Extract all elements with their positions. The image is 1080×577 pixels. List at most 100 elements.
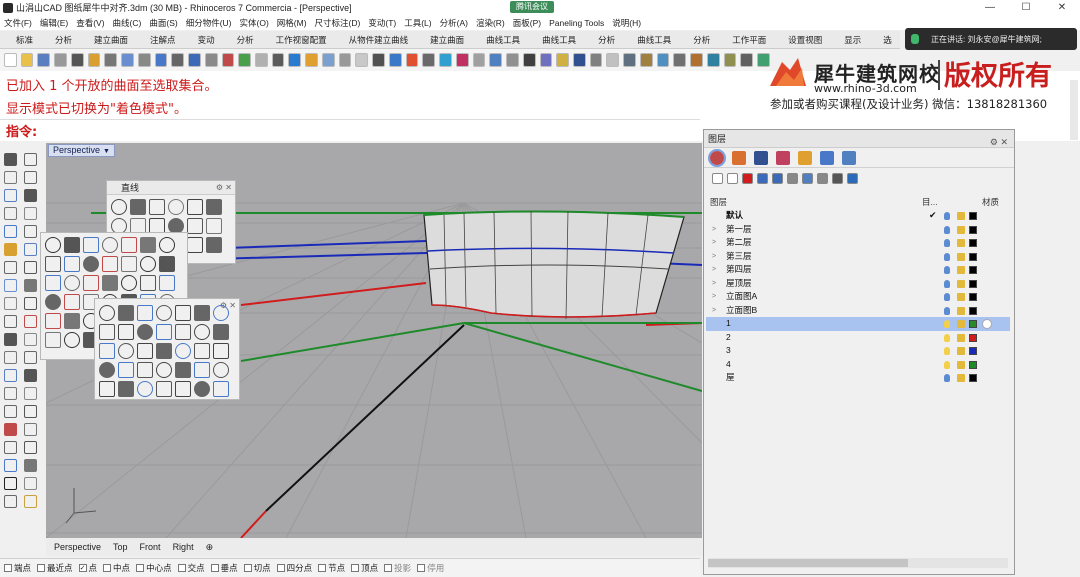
command-scrollbar[interactable] xyxy=(1070,80,1078,140)
visibility-bulb-icon[interactable] xyxy=(944,293,950,301)
layers-tool-7-icon[interactable] xyxy=(817,172,828,184)
panel-curve-tool-36-icon[interactable] xyxy=(64,332,80,348)
layers-tool-3-icon[interactable] xyxy=(757,172,768,184)
toolbar-tab-5[interactable]: 分析 xyxy=(237,34,254,46)
layer-color-swatch[interactable] xyxy=(969,320,977,328)
left-tool-17-icon[interactable] xyxy=(24,297,37,310)
column-name[interactable]: 图层 xyxy=(710,196,727,208)
lock-icon[interactable] xyxy=(957,333,965,342)
left-tool-38-icon[interactable] xyxy=(4,495,17,508)
panel-curve2-tool-30-icon[interactable] xyxy=(137,381,153,397)
panel-curve-tool-6-icon[interactable] xyxy=(159,237,175,253)
layer-row[interactable]: 3 xyxy=(706,344,1010,358)
visibility-bulb-icon[interactable] xyxy=(944,239,950,247)
toolbar-button-34-icon[interactable] xyxy=(572,53,586,67)
toolbar-button-16-icon[interactable] xyxy=(271,53,285,67)
panel-curve2-tool-1-icon[interactable] xyxy=(118,305,134,321)
layers-tool-8-icon[interactable] xyxy=(832,172,843,184)
panel-line-tool-17-icon[interactable] xyxy=(206,237,222,253)
osnap-checkbox[interactable]: ✓ xyxy=(78,564,87,572)
surface-object[interactable] xyxy=(423,210,685,320)
left-tool-0-icon[interactable] xyxy=(4,153,17,166)
green-curve-right[interactable] xyxy=(463,322,702,392)
toolbar-button-13-icon[interactable] xyxy=(221,53,235,67)
layer-color-swatch[interactable] xyxy=(969,239,977,247)
expand-chevron-icon[interactable]: > xyxy=(712,263,716,277)
toolbar-tab-1[interactable]: 分析 xyxy=(55,34,72,46)
toolbar-tab-16[interactable]: 显示 xyxy=(844,34,861,46)
panel-curve2-tool-22-icon[interactable] xyxy=(118,362,134,378)
osnap-checkbox[interactable] xyxy=(318,564,327,572)
toolbar-button-43-icon[interactable] xyxy=(723,53,737,67)
layers-tab-6-icon[interactable] xyxy=(842,150,856,165)
layer-row[interactable]: > 第三层 xyxy=(706,250,1010,264)
layers-tool-1-icon[interactable] xyxy=(727,172,738,184)
menu-item-4[interactable]: 曲面(S) xyxy=(149,17,177,29)
left-tool-4-icon[interactable] xyxy=(4,189,17,202)
osnap-6[interactable]: 垂点 xyxy=(210,562,238,574)
viewport-title[interactable]: Perspective ▼ xyxy=(48,144,115,157)
layer-color-swatch[interactable] xyxy=(969,333,977,342)
layer-color-swatch[interactable] xyxy=(969,293,977,301)
panel-curve2-tool-21-icon[interactable] xyxy=(99,362,115,378)
expand-chevron-icon[interactable]: > xyxy=(712,277,716,291)
panel-curve2-tool-10-icon[interactable] xyxy=(156,324,172,340)
lock-icon[interactable] xyxy=(957,239,965,247)
toolbar-button-36-icon[interactable] xyxy=(606,53,620,67)
panel-curve2-tool-28-icon[interactable] xyxy=(99,381,115,397)
osnap-8[interactable]: 四分点 xyxy=(276,562,312,574)
panel-curve-tool-9-icon[interactable] xyxy=(83,256,99,272)
panel-curve2-tool-19-icon[interactable] xyxy=(194,343,210,359)
red-curve-bottom[interactable] xyxy=(240,510,267,538)
osnap-checkbox[interactable] xyxy=(177,564,186,572)
left-tool-31-icon[interactable] xyxy=(24,423,37,436)
layers-tab-0-icon[interactable] xyxy=(708,148,726,167)
panel-curve-tool-19-icon[interactable] xyxy=(140,275,156,291)
osnap-3[interactable]: 中点 xyxy=(103,562,130,574)
menu-item-15[interactable]: 说明(H) xyxy=(612,17,641,29)
left-tool-14-icon[interactable] xyxy=(4,279,17,292)
layer-color-swatch[interactable] xyxy=(969,306,977,315)
layer-row[interactable]: 默认 ✔ xyxy=(706,209,1010,223)
toolbar-tab-7[interactable]: 从物件建立曲线 xyxy=(349,34,409,46)
toolbar-button-8-icon[interactable] xyxy=(137,53,151,67)
osnap-10[interactable]: 顶点 xyxy=(351,562,378,574)
visibility-bulb-icon[interactable] xyxy=(944,374,950,382)
panel-line-tool-5-icon[interactable] xyxy=(206,199,222,215)
toolbar-button-2-icon[interactable] xyxy=(37,53,51,67)
minimize-button[interactable]: — xyxy=(972,0,1008,15)
layer-color-swatch[interactable] xyxy=(969,374,977,382)
toolbar-button-39-icon[interactable] xyxy=(656,53,670,67)
left-tool-6-icon[interactable] xyxy=(4,207,17,220)
panel-curve2-tool-6-icon[interactable] xyxy=(213,305,229,321)
panel-line-tool-0-icon[interactable] xyxy=(111,199,127,215)
left-tool-34-icon[interactable] xyxy=(4,459,17,472)
left-tool-39-icon[interactable] xyxy=(24,495,37,508)
osnap-1[interactable]: 最近点 xyxy=(37,562,73,574)
visibility-bulb-icon[interactable] xyxy=(944,266,950,274)
viewport-tab-1[interactable]: Top xyxy=(113,542,128,552)
panel-curve2-tool-7-icon[interactable] xyxy=(99,324,115,340)
panel-curve2-tool-5-icon[interactable] xyxy=(194,305,210,321)
toolbar-button-17-icon[interactable] xyxy=(288,53,302,67)
toolbar-button-41-icon[interactable] xyxy=(690,53,703,67)
left-tool-7-icon[interactable] xyxy=(24,207,37,220)
panel-curve-tool-8-icon[interactable] xyxy=(64,256,80,272)
toolbar-button-6-icon[interactable] xyxy=(104,53,118,67)
menu-item-3[interactable]: 曲线(C) xyxy=(113,17,142,29)
toolbar-tab-6[interactable]: 工作视窗配置 xyxy=(276,34,327,46)
panel-curve-tool-11-icon[interactable] xyxy=(121,256,137,272)
layer-row[interactable]: 4 xyxy=(706,358,1010,372)
left-tool-33-icon[interactable] xyxy=(24,441,37,454)
left-tool-37-icon[interactable] xyxy=(24,477,37,490)
panel-curve2-tool-27-icon[interactable] xyxy=(213,362,229,378)
viewport-tab-0[interactable]: Perspective xyxy=(54,542,101,552)
layer-row[interactable]: 2 xyxy=(706,331,1010,345)
layers-tab-1-icon[interactable] xyxy=(732,150,746,165)
panel-curve-tool-18-icon[interactable] xyxy=(121,275,137,291)
lock-icon[interactable] xyxy=(957,360,965,369)
osnap-checkbox[interactable] xyxy=(351,564,360,572)
toolbar-tab-2[interactable]: 建立曲面 xyxy=(94,34,128,46)
left-tool-23-icon[interactable] xyxy=(24,351,37,364)
lock-icon[interactable] xyxy=(957,212,965,220)
